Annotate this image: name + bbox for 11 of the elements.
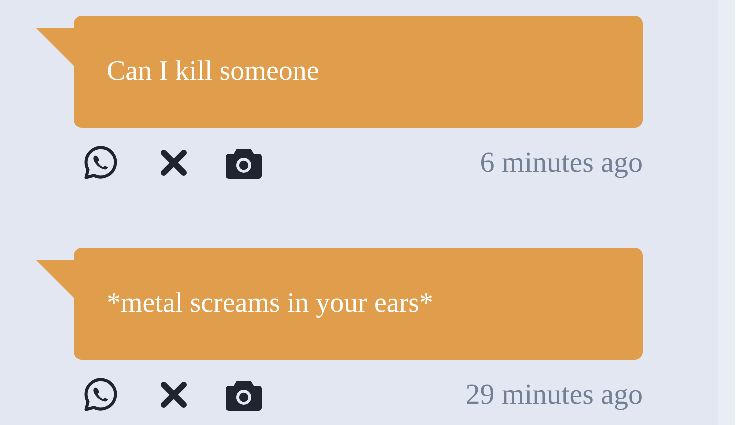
close-icon[interactable] <box>160 149 188 177</box>
whatsapp-icon[interactable] <box>82 144 120 182</box>
scrollbar-track[interactable] <box>718 0 735 425</box>
timestamp: 6 minutes ago <box>480 146 643 180</box>
message-text: Can I kill someone <box>107 56 320 88</box>
close-icon[interactable] <box>160 381 188 409</box>
camera-icon[interactable] <box>225 379 263 411</box>
timestamp: 29 minutes ago <box>466 378 643 412</box>
message-text: *metal screams in your ears* <box>107 288 434 320</box>
whatsapp-icon[interactable] <box>82 376 120 414</box>
camera-icon[interactable] <box>225 147 263 179</box>
